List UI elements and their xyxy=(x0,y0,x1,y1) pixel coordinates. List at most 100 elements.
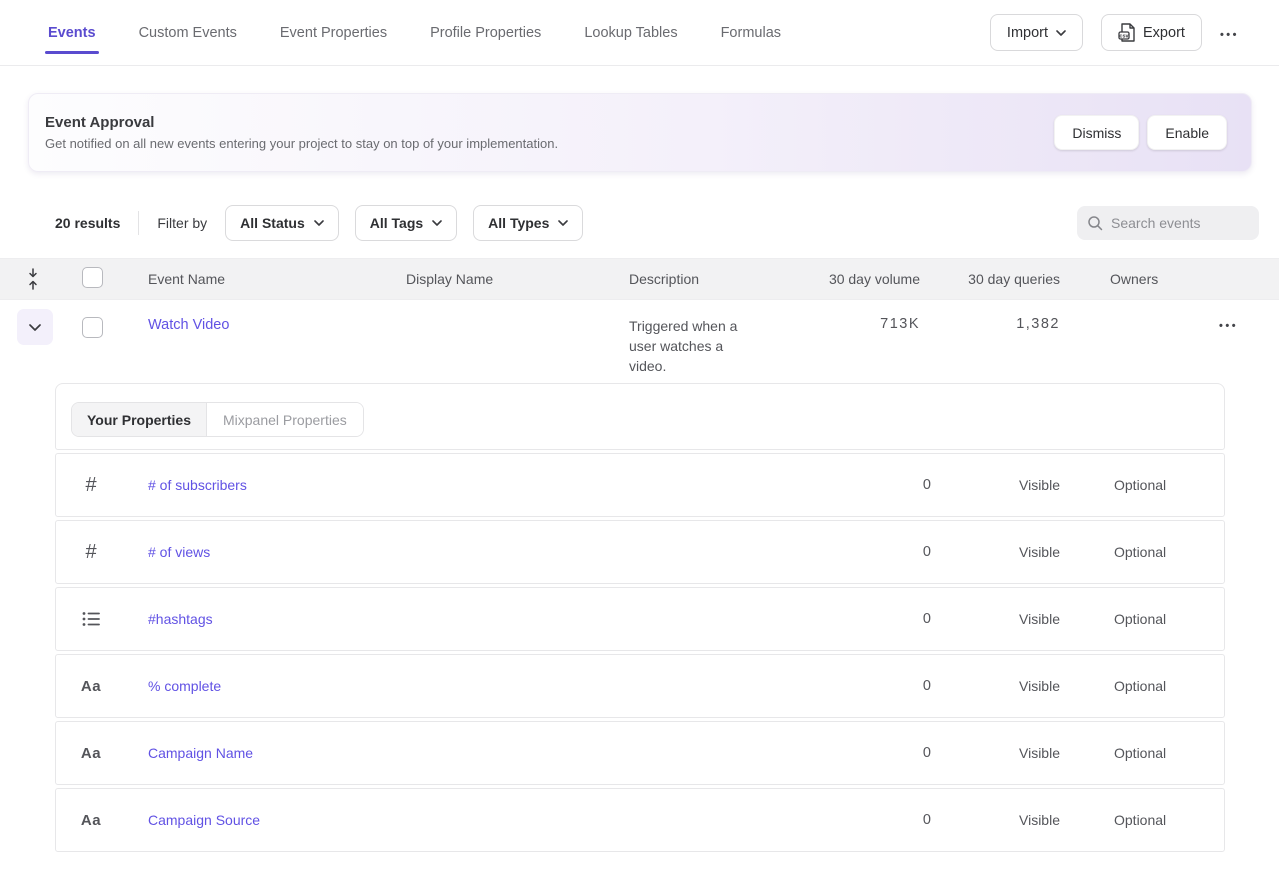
tab-mixpanel-properties[interactable]: Mixpanel Properties xyxy=(207,403,363,436)
topnav-actions: Import csv Export ••• xyxy=(990,14,1239,51)
dismiss-button[interactable]: Dismiss xyxy=(1054,115,1139,150)
collapse-row-button[interactable] xyxy=(17,309,53,345)
property-requirement: Optional xyxy=(1114,477,1224,493)
row-more-menu-button[interactable]: ••• xyxy=(1219,316,1238,332)
tab-your-properties[interactable]: Your Properties xyxy=(72,403,207,436)
tab-event-properties[interactable]: Event Properties xyxy=(280,25,387,41)
property-row: Aa % complete 0 Visible Optional xyxy=(55,654,1225,718)
search-icon xyxy=(1087,215,1103,231)
property-requirement: Optional xyxy=(1114,745,1224,761)
event-description: Triggered when a user watches a video. xyxy=(601,300,792,376)
column-30-day-volume: 30 day volume xyxy=(792,271,920,287)
property-value: 0 xyxy=(811,812,931,828)
column-owners: Owners xyxy=(1110,271,1215,287)
column-description: Description xyxy=(601,271,792,287)
tab-events[interactable]: Events xyxy=(48,25,96,41)
text-type-icon: Aa xyxy=(81,678,101,695)
event-properties-panel: Your Properties Mixpanel Properties # # … xyxy=(55,383,1225,852)
property-requirement: Optional xyxy=(1114,812,1224,828)
event-row-watch-video: Watch Video Triggered when a user watche… xyxy=(0,300,1279,380)
property-visibility: Visible xyxy=(1019,812,1114,828)
filter-toolbar: 20 results Filter by All Status All Tags… xyxy=(55,205,1259,241)
property-visibility: Visible xyxy=(1019,745,1114,761)
filter-all-types-label: All Types xyxy=(488,215,549,231)
chevron-down-icon xyxy=(432,220,442,226)
results-count: 20 results xyxy=(55,215,120,231)
property-requirement: Optional xyxy=(1114,544,1224,560)
chevron-down-icon xyxy=(558,220,568,226)
property-row: # # of subscribers 0 Visible Optional xyxy=(55,453,1225,517)
display-name-cell xyxy=(378,300,601,316)
property-value: 0 xyxy=(811,544,931,560)
property-visibility: Visible xyxy=(1019,477,1114,493)
property-value: 0 xyxy=(811,611,931,627)
export-button-label: Export xyxy=(1143,25,1185,41)
lexicon-tabs: Events Custom Events Event Properties Pr… xyxy=(48,25,781,41)
search-box xyxy=(1077,206,1259,240)
property-name-link[interactable]: Campaign Source xyxy=(126,812,811,828)
filter-by-label: Filter by xyxy=(157,215,207,231)
property-name-link[interactable]: #hashtags xyxy=(126,611,811,627)
property-visibility: Visible xyxy=(1019,678,1114,694)
more-menu-button[interactable]: ••• xyxy=(1220,25,1239,41)
number-type-icon: # xyxy=(85,474,96,497)
filter-all-tags[interactable]: All Tags xyxy=(355,205,457,241)
search-input[interactable] xyxy=(1111,215,1249,231)
property-name-link[interactable]: Campaign Name xyxy=(126,745,811,761)
enable-button[interactable]: Enable xyxy=(1147,115,1227,150)
property-visibility: Visible xyxy=(1019,544,1114,560)
property-value: 0 xyxy=(811,477,931,493)
property-row: #hashtags 0 Visible Optional xyxy=(55,587,1225,651)
properties-segmented-control: Your Properties Mixpanel Properties xyxy=(71,402,364,437)
collapse-all-icon[interactable] xyxy=(26,267,40,291)
property-value: 0 xyxy=(811,745,931,761)
property-name-link[interactable]: % complete xyxy=(126,678,811,694)
tab-profile-properties[interactable]: Profile Properties xyxy=(430,25,541,41)
property-value: 0 xyxy=(811,678,931,694)
tab-custom-events[interactable]: Custom Events xyxy=(139,25,237,41)
banner-text: Event Approval Get notified on all new e… xyxy=(45,114,558,151)
banner-title: Event Approval xyxy=(45,114,558,131)
30-day-queries-value: 1,382 xyxy=(920,300,1060,332)
property-requirement: Optional xyxy=(1114,611,1224,627)
import-button-label: Import xyxy=(1007,25,1048,41)
svg-text:csv: csv xyxy=(1119,34,1129,40)
owners-cell xyxy=(1110,300,1215,316)
tab-formulas[interactable]: Formulas xyxy=(721,25,781,41)
text-type-icon: Aa xyxy=(81,812,101,829)
property-row: Aa Campaign Source 0 Visible Optional xyxy=(55,788,1225,852)
export-button[interactable]: csv Export xyxy=(1101,14,1202,51)
30-day-volume-value: 713K xyxy=(792,300,920,332)
property-row: # # of views 0 Visible Optional xyxy=(55,520,1225,584)
column-display-name: Display Name xyxy=(378,271,601,287)
filter-all-tags-label: All Tags xyxy=(370,215,423,231)
top-nav: Events Custom Events Event Properties Pr… xyxy=(0,0,1279,66)
row-checkbox[interactable] xyxy=(82,317,103,338)
text-type-icon: Aa xyxy=(81,745,101,762)
filter-all-status[interactable]: All Status xyxy=(225,205,339,241)
import-button[interactable]: Import xyxy=(990,14,1083,51)
select-all-checkbox[interactable] xyxy=(82,267,103,288)
tab-lookup-tables[interactable]: Lookup Tables xyxy=(584,25,677,41)
filter-all-types[interactable]: All Types xyxy=(473,205,583,241)
event-approval-banner: Event Approval Get notified on all new e… xyxy=(28,93,1252,172)
property-row: Aa Campaign Name 0 Visible Optional xyxy=(55,721,1225,785)
banner-actions: Dismiss Enable xyxy=(1054,115,1227,150)
property-name-link[interactable]: # of subscribers xyxy=(126,477,811,493)
filter-all-status-label: All Status xyxy=(240,215,305,231)
properties-tab-bar: Your Properties Mixpanel Properties xyxy=(55,383,1225,450)
chevron-down-icon xyxy=(314,220,324,226)
event-name-link[interactable]: Watch Video xyxy=(148,317,229,333)
banner-description: Get notified on all new events entering … xyxy=(45,136,558,151)
list-type-icon xyxy=(82,611,101,627)
column-event-name: Event Name xyxy=(120,271,378,287)
chevron-down-icon xyxy=(29,324,41,331)
chevron-down-icon xyxy=(1056,30,1066,36)
csv-file-icon: csv xyxy=(1118,23,1135,42)
column-30-day-queries: 30 day queries xyxy=(920,271,1060,287)
number-type-icon: # xyxy=(85,541,96,564)
events-table-header: Event Name Display Name Description 30 d… xyxy=(0,258,1279,300)
property-name-link[interactable]: # of views xyxy=(126,544,811,560)
toolbar-divider xyxy=(138,211,139,235)
property-requirement: Optional xyxy=(1114,678,1224,694)
